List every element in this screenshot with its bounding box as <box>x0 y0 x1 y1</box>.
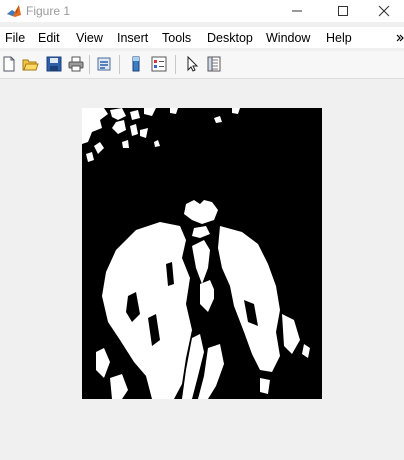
image-axes[interactable] <box>82 108 322 399</box>
new-figure-button[interactable] <box>0 55 18 73</box>
maximize-icon <box>338 6 348 16</box>
title-bar[interactable]: Figure 1 <box>0 0 404 22</box>
menu-tools[interactable]: Tools <box>162 30 191 46</box>
legend-icon <box>151 56 167 72</box>
print-button[interactable] <box>67 55 85 73</box>
menu-desktop[interactable]: Desktop <box>207 30 253 46</box>
menu-overflow-icon[interactable] <box>396 33 404 43</box>
menu-edit[interactable]: Edit <box>38 30 60 46</box>
close-icon <box>378 5 390 17</box>
edit-plot-icon <box>187 55 199 72</box>
menu-window[interactable]: Window <box>266 30 310 46</box>
menu-insert[interactable]: Insert <box>117 30 148 46</box>
save-button[interactable] <box>45 55 63 73</box>
insert-legend-button[interactable] <box>150 55 168 73</box>
property-inspector-icon <box>207 56 221 72</box>
toolbar-separator <box>119 55 120 74</box>
property-inspector-button[interactable] <box>205 55 223 73</box>
insert-colorbar-button[interactable] <box>127 55 145 73</box>
print-icon <box>68 56 84 72</box>
save-icon <box>46 56 62 72</box>
menu-help[interactable]: Help <box>326 30 352 46</box>
link-plot-icon <box>97 57 111 71</box>
figure-toolbar <box>0 51 404 79</box>
open-file-button[interactable] <box>21 55 39 73</box>
toolbar-separator <box>89 55 90 74</box>
matlab-logo-icon <box>7 5 21 17</box>
maximize-button[interactable] <box>320 0 366 22</box>
edit-plot-button[interactable] <box>183 55 201 73</box>
menu-file[interactable]: File <box>5 30 25 46</box>
open-file-icon <box>22 59 39 71</box>
colorbar-icon <box>132 56 140 72</box>
new-figure-icon <box>3 56 15 72</box>
binary-image <box>82 108 322 399</box>
menu-bar: File Edit View Insert Tools Desktop Wind… <box>0 27 404 48</box>
toolbar-separator <box>175 55 176 74</box>
window-title: Figure 1 <box>26 4 71 18</box>
close-button[interactable] <box>366 0 404 22</box>
link-plot-button[interactable] <box>95 55 113 73</box>
minimize-button[interactable] <box>274 0 320 22</box>
menu-view[interactable]: View <box>76 30 103 46</box>
minimize-icon <box>292 10 302 12</box>
